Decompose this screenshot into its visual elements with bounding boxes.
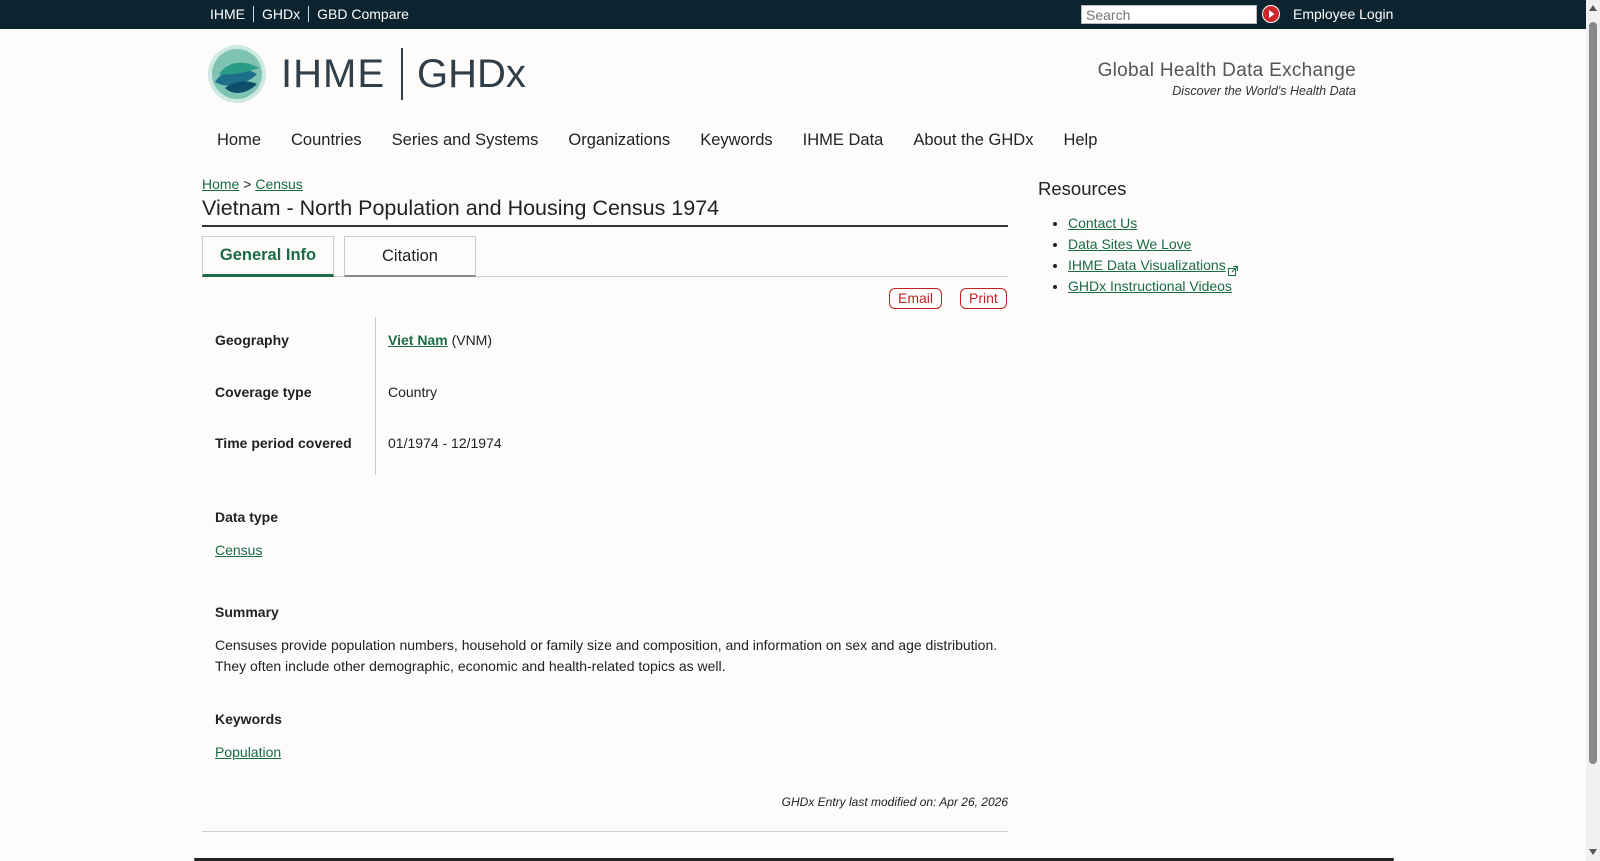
resource-item: GHDx Instructional Videos	[1068, 276, 1238, 297]
field-row-time-period: Time period covered 01/1974 - 12/1974	[202, 423, 1008, 476]
field-label: Time period covered	[215, 435, 352, 451]
field-label: Coverage type	[215, 384, 312, 400]
resource-item: IHME Data Visualizations	[1068, 255, 1238, 277]
breadcrumb: Home > Census	[202, 176, 303, 192]
summary-label: Summary	[215, 604, 279, 620]
nav-help[interactable]: Help	[1063, 131, 1097, 150]
search-input[interactable]	[1081, 5, 1257, 24]
resource-link-videos[interactable]: GHDx Instructional Videos	[1068, 278, 1232, 294]
scrollbar-thumb[interactable]	[1589, 22, 1597, 764]
external-link-icon	[1227, 261, 1238, 277]
resource-item: Data Sites We Love	[1068, 234, 1238, 255]
ihme-logo-icon	[207, 44, 267, 104]
resource-link-contact-us[interactable]: Contact Us	[1068, 215, 1137, 231]
breadcrumb-home[interactable]: Home	[202, 176, 239, 192]
page-scrollbar[interactable]	[1586, 0, 1600, 861]
top-link-ghdx[interactable]: GHDx	[253, 6, 308, 22]
tagline-subtitle: Discover the World's Health Data	[1172, 84, 1356, 98]
field-value: 01/1974 - 12/1974	[388, 435, 502, 451]
resources-title: Resources	[1038, 178, 1127, 199]
field-value: Viet Nam (VNM)	[388, 332, 492, 348]
email-button[interactable]: Email	[889, 288, 943, 309]
employee-login-link[interactable]: Employee Login	[1293, 6, 1393, 22]
top-link-gbd-compare[interactable]: GBD Compare	[308, 6, 417, 22]
site-tagline: Global Health Data Exchange Discover the…	[1000, 60, 1356, 98]
top-link-ihme[interactable]: IHME	[204, 6, 253, 22]
nav-about-ghdx[interactable]: About the GHDx	[913, 131, 1033, 150]
print-button[interactable]: Print	[960, 288, 1007, 309]
summary-line-1: Censuses provide population numbers, hou…	[215, 637, 998, 653]
last-modified-text: GHDx Entry last modified on: Apr 26, 202…	[781, 795, 1008, 809]
main-nav: Home Countries Series and Systems Organi…	[217, 131, 1127, 150]
page-title: Vietnam - North Population and Housing C…	[202, 196, 1008, 227]
resource-item: Contact Us	[1068, 213, 1238, 234]
keywords-label: Keywords	[215, 711, 282, 727]
geography-link[interactable]: Viet Nam	[388, 332, 448, 348]
record-fields: Geography Viet Nam (VNM) Coverage type C…	[202, 317, 1008, 476]
nav-keywords[interactable]: Keywords	[700, 131, 772, 150]
logo-divider	[401, 48, 403, 100]
tab-citation[interactable]: Citation	[344, 236, 476, 277]
breadcrumb-separator: >	[243, 176, 252, 192]
resource-link-visualizations[interactable]: IHME Data Visualizations	[1068, 257, 1226, 273]
keyword-link[interactable]: Population	[215, 744, 281, 760]
summary-text: Censuses provide population numbers, hou…	[215, 635, 1005, 677]
logo-ghdx-text: GHDx	[417, 51, 526, 96]
search-submit-icon[interactable]	[1262, 5, 1280, 23]
tab-general-info[interactable]: General Info	[202, 236, 334, 277]
data-type-label: Data type	[215, 509, 279, 525]
scroll-up-arrow-icon[interactable]	[1589, 5, 1597, 11]
top-links: IHME GHDx GBD Compare	[204, 6, 417, 22]
field-row-geography: Geography Viet Nam (VNM)	[202, 317, 1008, 370]
site-logo[interactable]: IHME GHDx	[207, 44, 526, 104]
field-label: Geography	[215, 332, 289, 348]
top-utility-bar: IHME GHDx GBD Compare Employee Login	[0, 0, 1586, 29]
field-value: Country	[388, 384, 438, 400]
nav-home[interactable]: Home	[217, 131, 261, 150]
field-row-coverage: Coverage type Country	[202, 370, 1008, 423]
tab-bar: General Info Citation	[202, 236, 1008, 277]
nav-countries[interactable]: Countries	[291, 131, 362, 150]
geography-code: (VNM)	[451, 332, 492, 348]
nav-organizations[interactable]: Organizations	[568, 131, 670, 150]
resource-link-data-sites[interactable]: Data Sites We Love	[1068, 236, 1191, 252]
nav-series-and-systems[interactable]: Series and Systems	[392, 131, 539, 150]
content-divider	[202, 831, 1008, 832]
summary-line-2: They often include other demographic, ec…	[215, 658, 726, 674]
logo-ihme-text: IHME	[281, 51, 385, 96]
tagline-title: Global Health Data Exchange	[1097, 60, 1356, 81]
data-type-link[interactable]: Census	[215, 542, 262, 558]
breadcrumb-census[interactable]: Census	[255, 176, 302, 192]
scroll-down-arrow-icon[interactable]	[1589, 849, 1597, 855]
nav-ihme-data[interactable]: IHME Data	[803, 131, 884, 150]
resources-list: Contact Us Data Sites We Love IHME Data …	[1068, 213, 1238, 297]
